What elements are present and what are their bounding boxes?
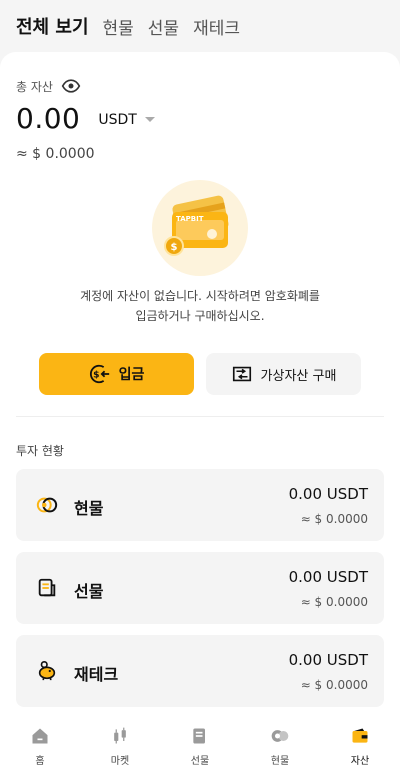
spot-icon	[271, 730, 289, 742]
nav-assets-label: 자산	[350, 756, 370, 767]
buy-crypto-button[interactable]: 가상자산 구매	[206, 353, 361, 395]
nav-market[interactable]: 마켓	[80, 712, 160, 776]
futures-document-icon	[38, 578, 56, 597]
account-approx-usd: ≈ $ 0.0000	[300, 595, 368, 609]
nav-spot-label: 현물	[270, 756, 290, 767]
account-name: 재테크	[74, 665, 119, 684]
tab-all[interactable]: 전체 보기	[16, 13, 89, 39]
account-name: 현물	[74, 499, 104, 518]
nav-assets[interactable]: 자산	[320, 712, 400, 776]
bottom-navigation: 홈 마켓 선물 현물 자산	[0, 712, 400, 776]
account-approx-usd: ≈ $ 0.0000	[300, 678, 368, 692]
tab-spot[interactable]: 현물	[103, 14, 134, 39]
futures-icon	[193, 728, 205, 744]
nav-spot[interactable]: 현물	[240, 712, 320, 776]
section-divider	[16, 416, 384, 417]
futures-account-card[interactable]: 선물 0.00 USDT ≈ $ 0.0000	[16, 552, 384, 624]
total-assets-label: 총 자산	[16, 79, 53, 94]
spot-coins-icon	[36, 497, 58, 513]
deposit-icon: $	[89, 364, 109, 384]
svg-text:$: $	[93, 370, 99, 381]
nav-home-label: 홈	[35, 756, 45, 767]
nav-futures-label: 선물	[190, 756, 210, 767]
currency-selector[interactable]: USDT	[98, 112, 136, 128]
market-candles-icon	[114, 727, 126, 744]
nav-futures[interactable]: 선물	[160, 712, 240, 776]
nav-market-label: 마켓	[110, 756, 130, 767]
deposit-button[interactable]: $ 입금	[39, 353, 194, 395]
investment-status-title: 투자 현황	[16, 444, 64, 458]
empty-wallet-illustration: TAPBIT $	[152, 180, 248, 276]
asset-tabs: 전체 보기 현물 선물 재테크	[0, 0, 400, 52]
earn-account-card[interactable]: 재테크 0.00 USDT ≈ $ 0.0000	[16, 635, 384, 707]
empty-message-line1: 계정에 자산이 없습니다. 시작하려면 암호화폐를	[80, 289, 320, 303]
eye-icon[interactable]	[61, 76, 81, 96]
chevron-down-icon[interactable]	[144, 117, 155, 122]
total-approx-usd: ≈ $ 0.0000	[16, 146, 95, 162]
total-assets-header: 총 자산	[16, 76, 81, 96]
account-value: 0.00 USDT	[288, 568, 368, 586]
account-value: 0.00 USDT	[288, 651, 368, 669]
tab-earn[interactable]: 재테크	[193, 14, 240, 39]
nav-home[interactable]: 홈	[0, 712, 80, 776]
account-approx-usd: ≈ $ 0.0000	[300, 512, 368, 526]
buy-exchange-icon	[232, 366, 251, 382]
tab-futures[interactable]: 선물	[148, 14, 179, 39]
home-icon	[32, 728, 48, 744]
account-value: 0.00 USDT	[288, 485, 368, 503]
empty-message-line2: 입금하거나 구매하십시오.	[135, 309, 265, 323]
asset-panel: 총 자산 0.00 USDT ≈ $ 0.0000 TAPBIT $ 계정에 자…	[0, 52, 400, 712]
wallet-icon	[352, 728, 368, 743]
deposit-label: 입금	[118, 367, 145, 383]
buy-crypto-label: 가상자산 구매	[260, 368, 337, 384]
svg-text:$: $	[171, 242, 178, 253]
account-name: 선물	[74, 582, 104, 601]
total-amount: 0.00	[16, 102, 81, 135]
card-brand-text: TAPBIT	[176, 215, 204, 223]
total-amount-row: 0.00 USDT	[16, 102, 155, 135]
empty-assets-message: 계정에 자산이 없습니다. 시작하려면 암호화폐를 입금하거나 구매하십시오.	[0, 286, 400, 326]
spot-account-card[interactable]: 현물 0.00 USDT ≈ $ 0.0000	[16, 469, 384, 541]
piggy-bank-icon	[38, 661, 56, 681]
